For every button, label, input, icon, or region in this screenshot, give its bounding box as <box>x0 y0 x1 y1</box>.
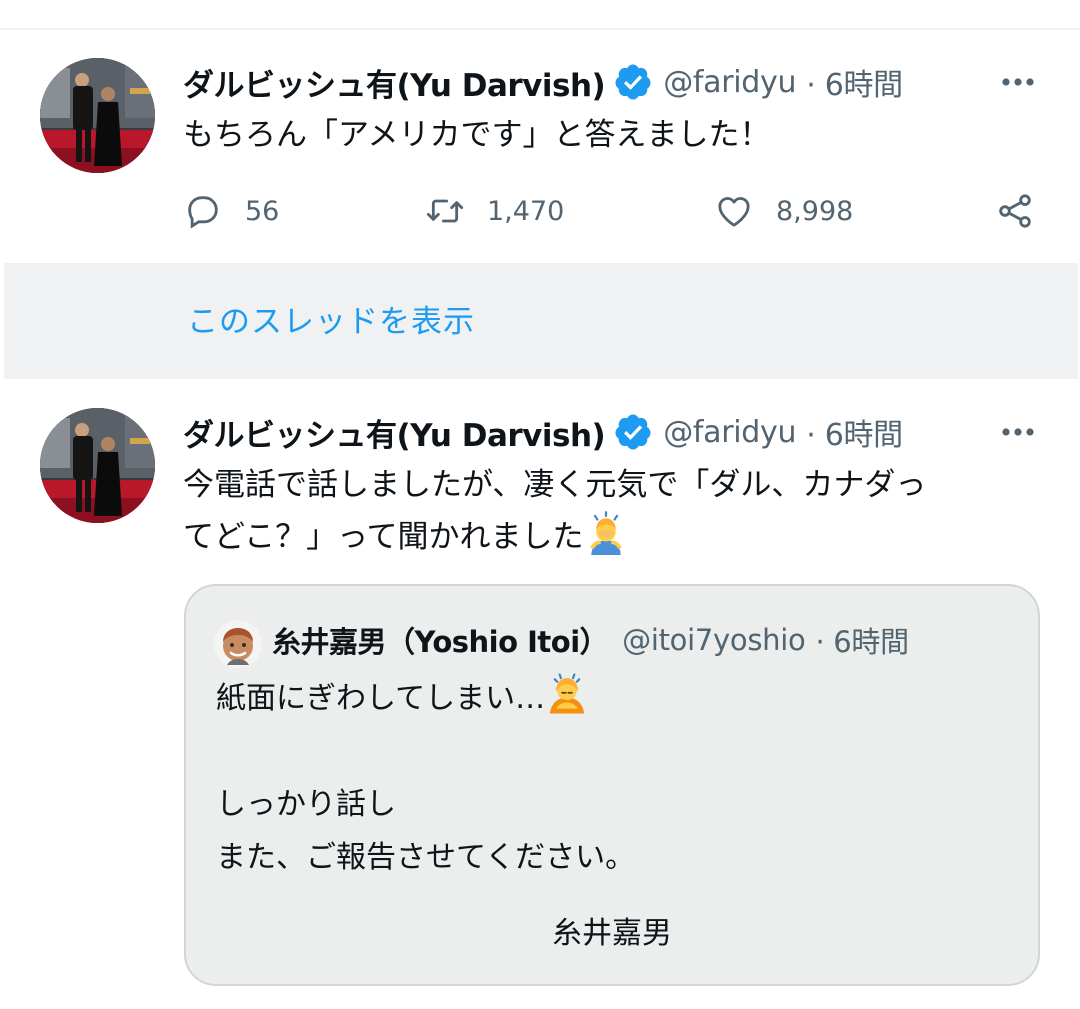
tweet-text: もちろん「アメリカです」と答えました！ <box>183 117 771 153</box>
quote-text-line: 紙面にぎわしてしまい… <box>216 672 1016 725</box>
author-handle[interactable]: @faridyu <box>663 65 796 100</box>
share-icon <box>999 194 1031 228</box>
quote-avatar[interactable] <box>214 620 262 668</box>
tweet-text: 今電話で話しましたが、凄く元気で「ダル、カナダっ てどこ？」って聞かれました <box>183 460 1043 563</box>
avatar-photo <box>214 620 262 668</box>
tweet-actions: 56 1,470 8,998 <box>183 186 1043 236</box>
like-button[interactable]: 8,998 <box>714 186 853 236</box>
facepalm-man-emoji <box>589 511 622 555</box>
quote-text-line: しっかり話し <box>216 787 396 822</box>
like-icon <box>718 197 750 227</box>
quote-timestamp: · 6時間 <box>815 625 909 659</box>
verified-badge-icon <box>615 414 651 450</box>
tweet-text-line: 今電話で話しましたが、凄く元気で「ダル、カナダっ <box>183 467 927 503</box>
tweet-1[interactable]: ダルビッシュ有(Yu Darvish) @faridyu · 6時間 もちろん「… <box>0 0 1080 262</box>
quote-author-name: 糸井嘉男（Yoshio Itoi） <box>272 625 609 659</box>
retweet-button[interactable]: 1,470 <box>425 186 564 236</box>
tweet-header: ダルビッシュ有(Yu Darvish) @faridyu · 6時間 <box>183 410 903 454</box>
reply-count: 56 <box>245 195 280 227</box>
quote-text-line: また、ご報告させてください。 <box>216 840 636 875</box>
quote-blank-line <box>216 725 1016 778</box>
quote-text: 紙面にぎわしてしまい… しっかり話し また、ご報告させてください。 <box>216 672 1016 884</box>
bowing-woman-emoji <box>549 673 585 714</box>
quote-header: 糸井嘉男（Yoshio Itoi） @itoi7yoshio · 6時間 <box>272 618 909 662</box>
reply-icon <box>188 196 218 229</box>
more-button[interactable] <box>1000 414 1036 450</box>
avatar-photo <box>40 58 155 173</box>
tweet-text-line-content: てどこ？」って聞かれました <box>183 519 584 555</box>
timestamp[interactable]: · 6時間 <box>806 410 903 454</box>
reply-button[interactable]: 56 <box>183 186 279 236</box>
quote-author-handle: @itoi7yoshio <box>622 623 806 657</box>
tweet-2[interactable]: ダルビッシュ有(Yu Darvish) @faridyu · 6時間 今電話で話… <box>0 380 1080 1009</box>
tweet-header: ダルビッシュ有(Yu Darvish) @faridyu · 6時間 <box>183 60 903 104</box>
verified-badge-icon <box>615 64 651 100</box>
share-button[interactable] <box>995 186 1035 236</box>
tweet-text-line: てどこ？」って聞かれました <box>183 511 1043 563</box>
author-handle[interactable]: @faridyu <box>663 415 796 450</box>
quoted-tweet[interactable]: 糸井嘉男（Yoshio Itoi） @itoi7yoshio · 6時間 紙面に… <box>184 584 1040 986</box>
author-name[interactable]: ダルビッシュ有(Yu Darvish) <box>183 410 606 455</box>
quote-signature: 糸井嘉男 <box>552 916 672 951</box>
avatar[interactable] <box>40 58 155 173</box>
avatar[interactable] <box>40 408 155 523</box>
show-thread-link[interactable]: このスレッドを表示 <box>187 296 475 341</box>
avatar-photo <box>40 408 155 523</box>
show-thread-bar[interactable]: このスレッドを表示 <box>4 263 1078 379</box>
more-button[interactable] <box>1000 64 1036 100</box>
more-icon <box>1002 428 1034 436</box>
author-name[interactable]: ダルビッシュ有(Yu Darvish) <box>183 60 606 105</box>
more-icon <box>1002 78 1034 86</box>
quote-text-line-content: 紙面にぎわしてしまい… <box>216 681 546 716</box>
timestamp[interactable]: · 6時間 <box>806 60 903 104</box>
retweet-count: 1,470 <box>487 195 565 227</box>
retweet-icon <box>426 199 464 223</box>
like-count: 8,998 <box>776 195 854 227</box>
